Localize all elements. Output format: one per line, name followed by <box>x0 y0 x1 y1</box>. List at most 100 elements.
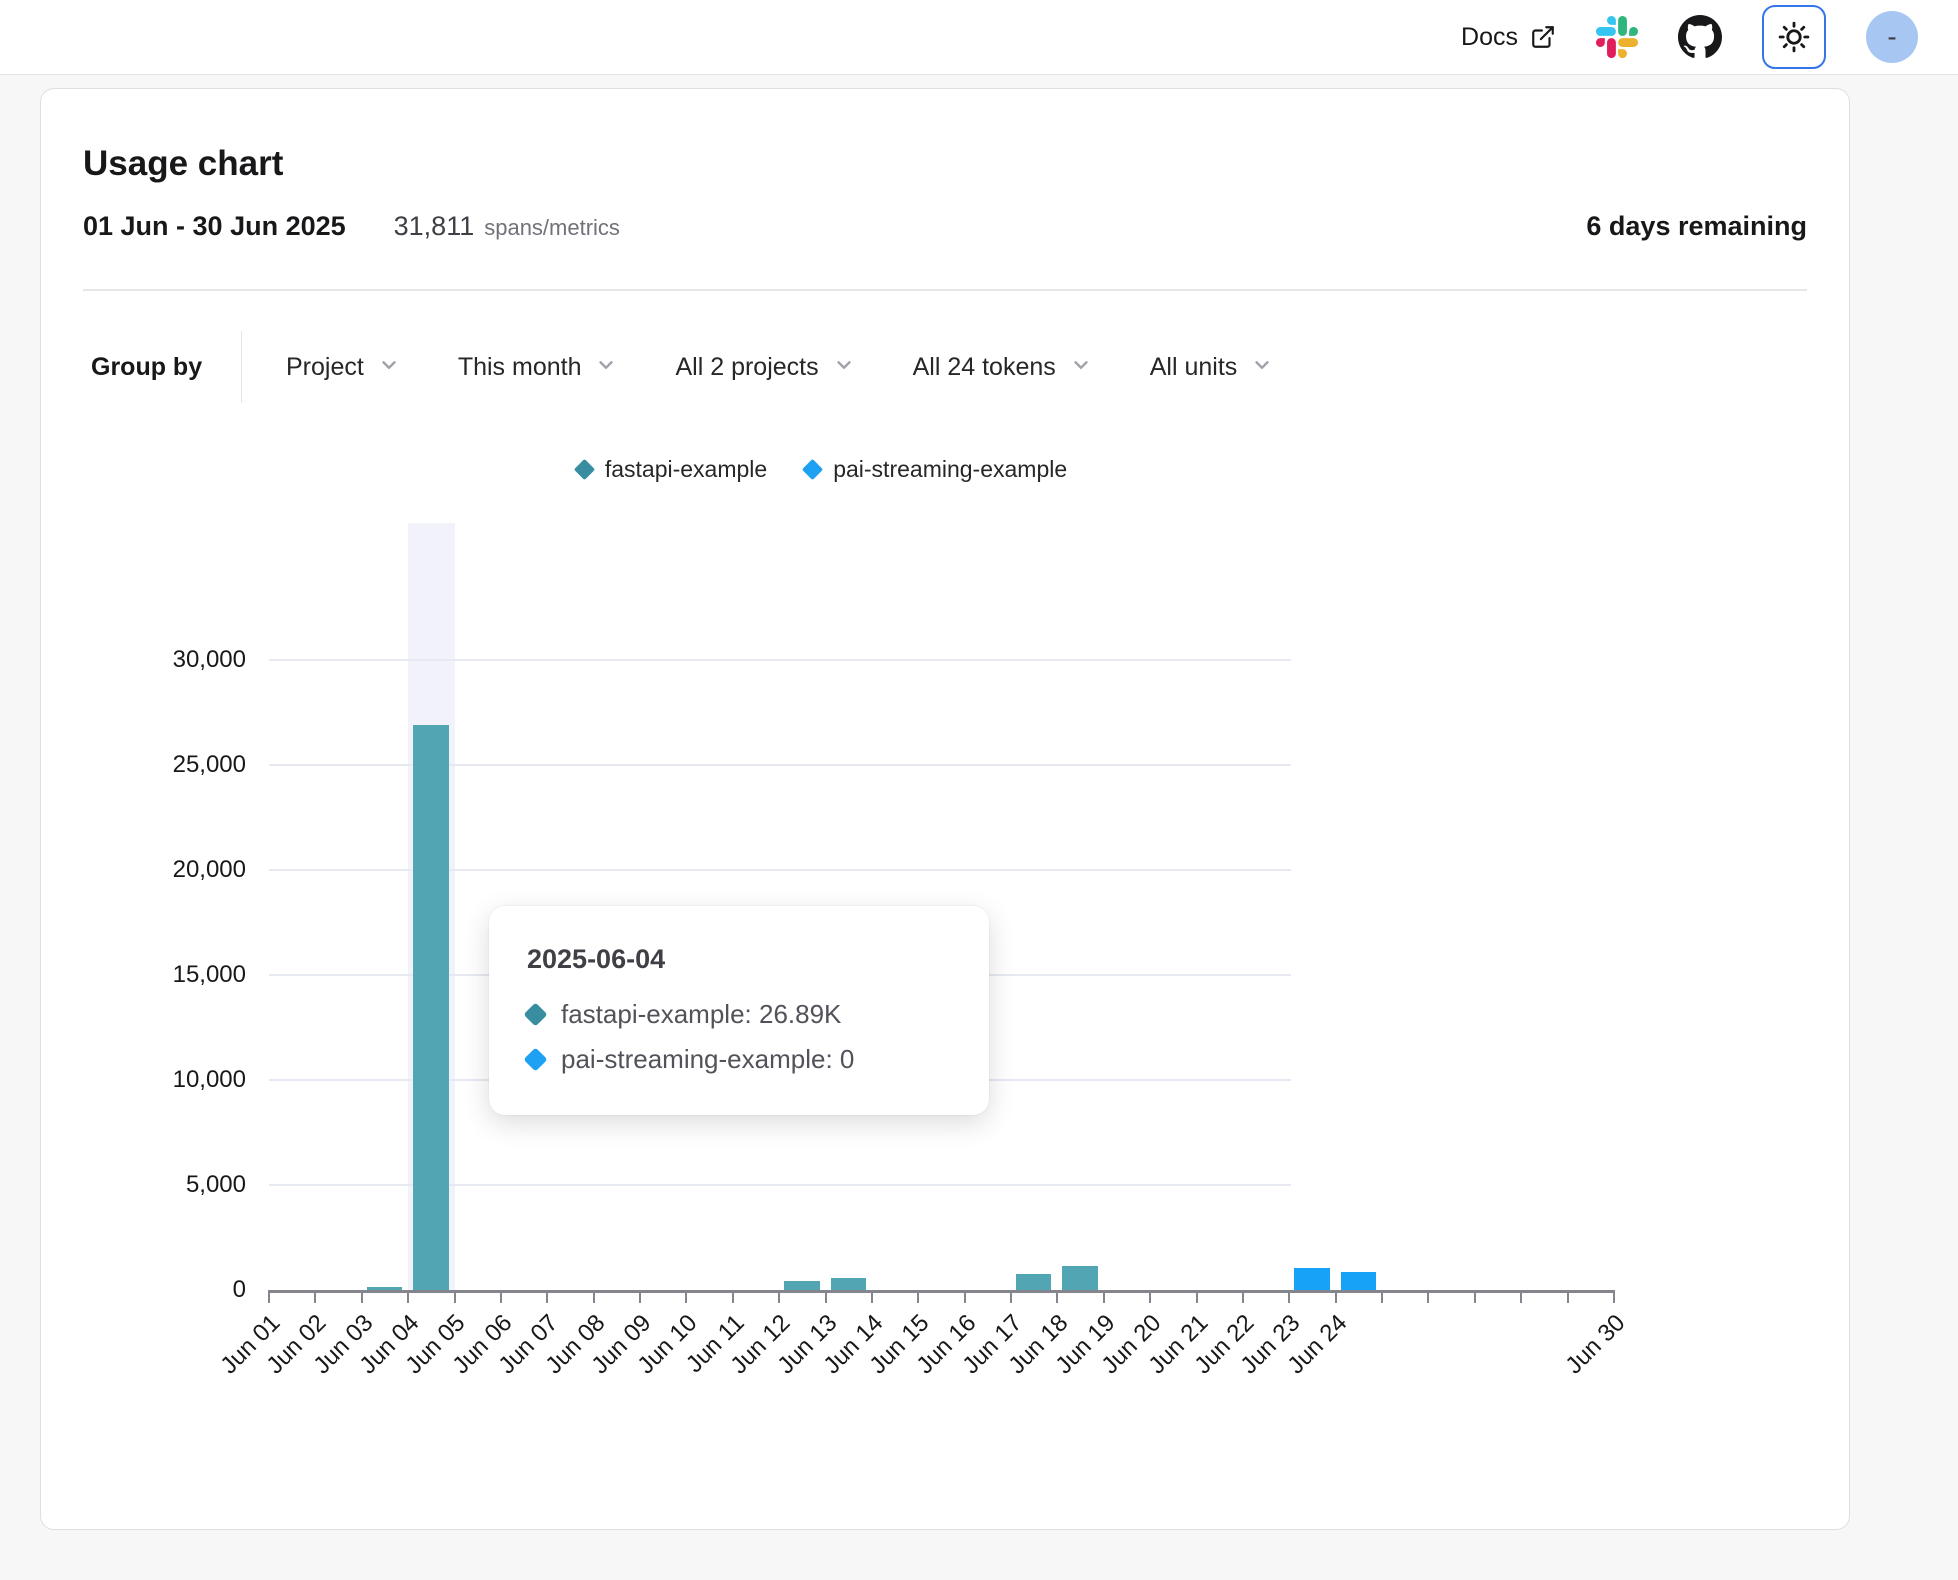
chart-bar-fastapi-example[interactable] <box>1016 1274 1051 1290</box>
x-axis-tick <box>685 1293 687 1303</box>
chart-bar-fastapi-example[interactable] <box>1062 1266 1097 1290</box>
x-axis-tick <box>1567 1293 1569 1303</box>
x-axis-tick-label: Jun 30 <box>1561 1310 1630 1379</box>
dropdown-label: All 24 tokens <box>913 353 1056 382</box>
legend-diamond-icon <box>574 458 595 479</box>
x-axis-tick <box>871 1293 873 1303</box>
x-axis-line <box>268 1290 1615 1293</box>
x-axis-tick <box>314 1293 316 1303</box>
chart-bar-fastapi-example[interactable] <box>413 725 448 1290</box>
y-axis-tick-label: 0 <box>41 1275 246 1305</box>
y-axis-tick-label: 15,000 <box>41 960 246 990</box>
tooltip-diamond-icon <box>523 1002 547 1026</box>
usage-chart-card: Usage chart 01 Jun - 30 Jun 2025 31,811 … <box>40 88 1850 1530</box>
group-by-label: Group by <box>83 353 241 382</box>
chart-bar-fastapi-example[interactable] <box>831 1278 866 1290</box>
legend-item-pai-streaming-example[interactable]: pai-streaming-example <box>805 456 1067 483</box>
dropdown-label: This month <box>458 353 582 382</box>
y-axis-tick-label: 30,000 <box>41 645 246 675</box>
tooltip-row-text: pai-streaming-example: 0 <box>561 1044 854 1075</box>
x-axis-tick <box>1613 1293 1615 1303</box>
top-navigation-bar: Docs <box>0 0 1958 75</box>
tooltip-row: fastapi-example: 26.89K <box>527 999 949 1030</box>
y-axis-tick-label: 10,000 <box>41 1065 246 1095</box>
x-axis-tick <box>732 1293 734 1303</box>
chart-tooltip: 2025-06-04 fastapi-example: 26.89K pai-s… <box>489 906 989 1115</box>
avatar[interactable]: - <box>1866 11 1918 63</box>
chart-legend: fastapi-example pai-streaming-example <box>311 455 1333 483</box>
external-link-icon <box>1530 24 1556 50</box>
y-axis-tick-label: 25,000 <box>41 750 246 780</box>
x-axis-tick <box>454 1293 456 1303</box>
y-axis-tick-label: 5,000 <box>41 1170 246 1200</box>
x-axis-tick <box>1288 1293 1290 1303</box>
total-unit: spans/metrics <box>484 215 620 241</box>
x-axis-tick <box>825 1293 827 1303</box>
tooltip-diamond-icon <box>523 1047 547 1071</box>
x-axis-tick <box>361 1293 363 1303</box>
docs-link[interactable]: Docs <box>1461 23 1556 52</box>
dropdown-projects[interactable]: All 2 projects <box>675 351 854 383</box>
tooltip-row: pai-streaming-example: 0 <box>527 1044 949 1075</box>
filter-toolbar: Group by Project This month All 2 projec… <box>83 331 1807 403</box>
chevron-down-icon <box>595 354 617 383</box>
total-count: 31,811 <box>394 211 475 242</box>
header-divider <box>83 289 1807 291</box>
x-axis-tick <box>639 1293 641 1303</box>
legend-label: fastapi-example <box>605 456 767 483</box>
days-remaining: 6 days remaining <box>1586 211 1807 242</box>
legend-diamond-icon <box>802 458 823 479</box>
x-axis-tick <box>593 1293 595 1303</box>
gridline <box>269 659 1291 661</box>
avatar-label: - <box>1887 21 1896 53</box>
page-title: Usage chart <box>83 143 1807 185</box>
theme-toggle-button[interactable] <box>1762 5 1826 69</box>
x-axis-tick <box>778 1293 780 1303</box>
slack-icon[interactable] <box>1596 16 1638 58</box>
dropdown-group-by-project[interactable]: Project <box>286 351 400 383</box>
x-axis-tick <box>1056 1293 1058 1303</box>
chart-bar-pai-streaming-example[interactable] <box>1341 1272 1376 1290</box>
tooltip-date: 2025-06-04 <box>527 944 949 975</box>
x-axis-tick <box>1381 1293 1383 1303</box>
chart-bar-pai-streaming-example[interactable] <box>1294 1268 1329 1290</box>
chevron-down-icon <box>378 354 400 383</box>
x-axis-tick <box>1010 1293 1012 1303</box>
dropdown-label: All units <box>1150 353 1238 382</box>
chevron-down-icon <box>1070 354 1092 383</box>
card-content: Usage chart 01 Jun - 30 Jun 2025 31,811 … <box>41 89 1849 483</box>
x-axis-tick <box>1427 1293 1429 1303</box>
chevron-down-icon <box>833 354 855 383</box>
dropdown-time-range[interactable]: This month <box>458 351 618 383</box>
chart-bar-fastapi-example[interactable] <box>784 1281 819 1290</box>
dropdown-label: Project <box>286 353 364 382</box>
x-axis-tick <box>268 1293 270 1303</box>
x-axis-tick <box>1242 1293 1244 1303</box>
legend-label: pai-streaming-example <box>833 456 1067 483</box>
x-axis-tick <box>1149 1293 1151 1303</box>
x-axis-tick <box>1474 1293 1476 1303</box>
docs-link-label: Docs <box>1461 23 1518 52</box>
x-axis-tick <box>1520 1293 1522 1303</box>
date-range: 01 Jun - 30 Jun 2025 <box>83 211 346 242</box>
tooltip-row-text: fastapi-example: 26.89K <box>561 999 841 1030</box>
chevron-down-icon <box>1251 354 1273 383</box>
x-axis-tick <box>500 1293 502 1303</box>
x-axis-tick <box>1335 1293 1337 1303</box>
dropdown-label: All 2 projects <box>675 353 818 382</box>
x-axis-tick <box>1196 1293 1198 1303</box>
usage-bar-chart[interactable]: 0 5,000 10,000 15,000 20,000 25,000 30,000 Jun … <box>41 489 1851 1439</box>
x-axis-tick <box>1103 1293 1105 1303</box>
x-axis-tick <box>546 1293 548 1303</box>
x-axis-tick <box>917 1293 919 1303</box>
dropdown-units[interactable]: All units <box>1150 351 1274 383</box>
y-axis-tick-label: 20,000 <box>41 855 246 885</box>
x-axis-tick <box>407 1293 409 1303</box>
usage-summary-row: 01 Jun - 30 Jun 2025 31,811 spans/metric… <box>83 211 1807 245</box>
github-icon[interactable] <box>1678 15 1722 59</box>
filter-divider <box>241 331 242 403</box>
legend-item-fastapi-example[interactable]: fastapi-example <box>577 456 767 483</box>
dropdown-tokens[interactable]: All 24 tokens <box>913 351 1092 383</box>
sun-icon <box>1777 20 1811 54</box>
x-axis-tick <box>964 1293 966 1303</box>
